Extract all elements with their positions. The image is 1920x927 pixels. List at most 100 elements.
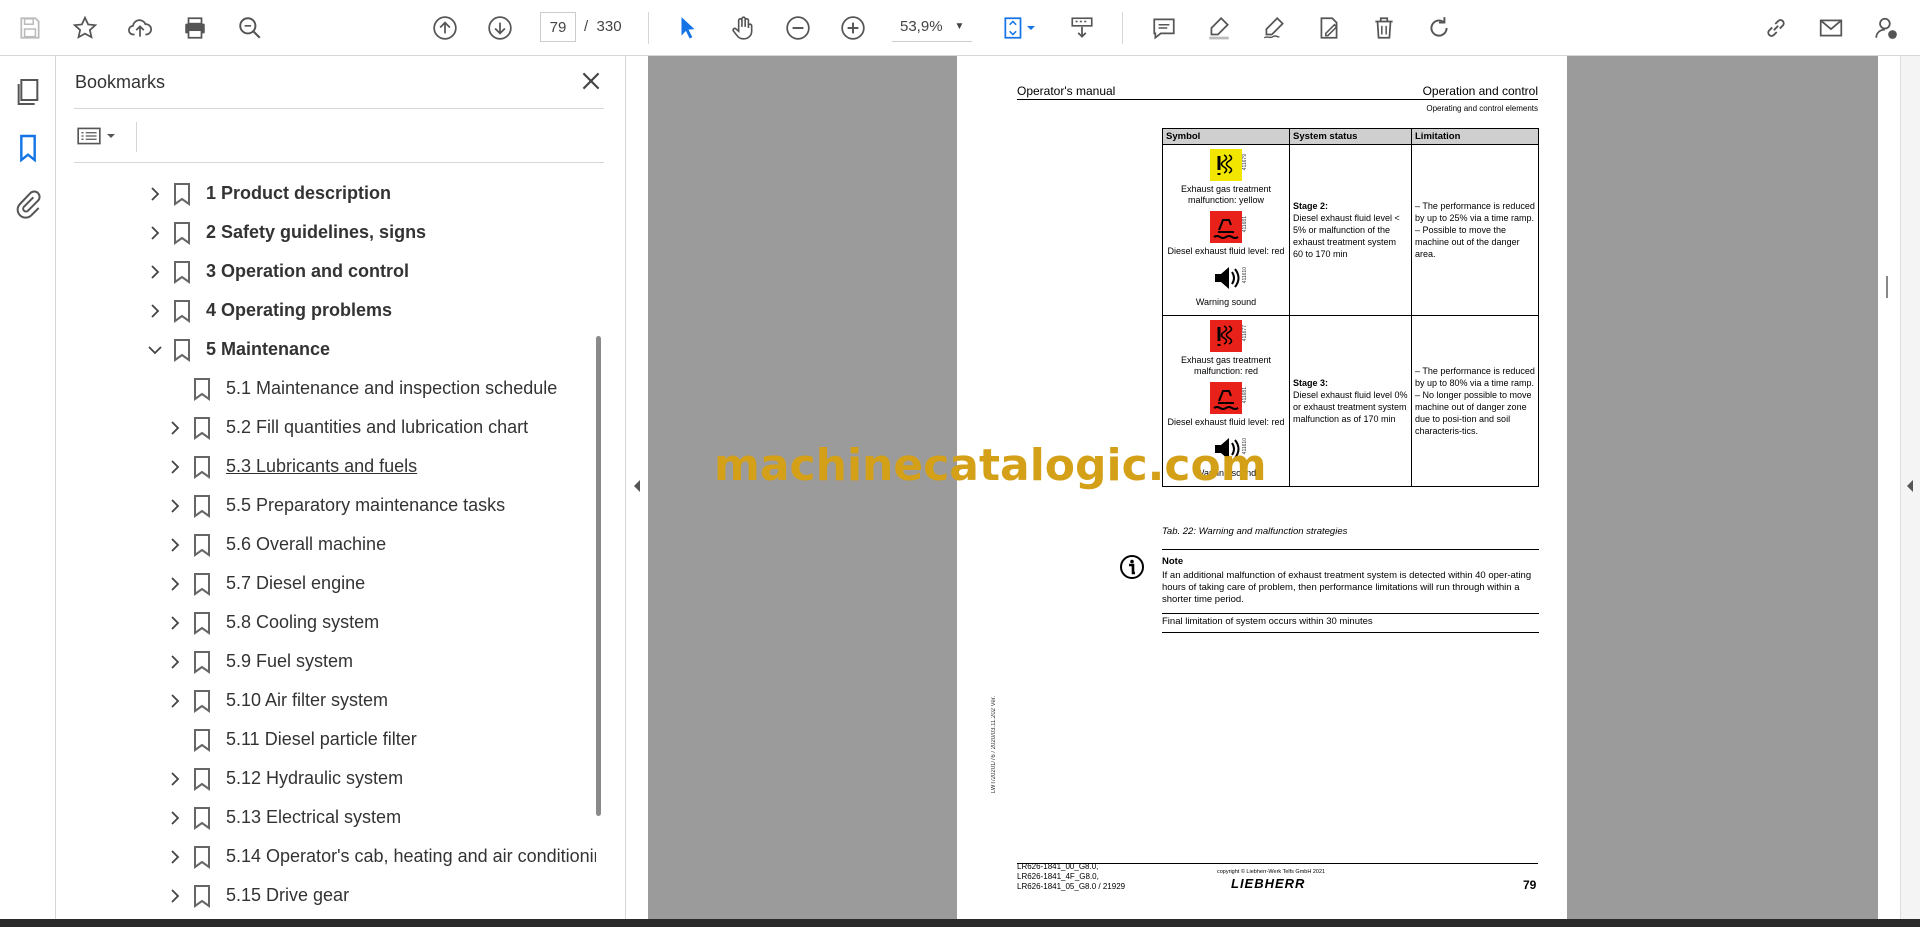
bookmark-item[interactable]: 5.11 Diesel particle filter bbox=[164, 720, 417, 759]
highlight-pen-icon[interactable] bbox=[1201, 10, 1237, 46]
chevron-right-icon[interactable] bbox=[164, 651, 186, 673]
select-cursor-icon[interactable] bbox=[670, 10, 706, 46]
bookmark-item[interactable]: 5.10 Air filter system bbox=[164, 681, 388, 720]
pages-thumbnail-icon[interactable] bbox=[12, 76, 44, 108]
chevron-right-icon[interactable] bbox=[164, 456, 186, 478]
bookmark-label: 4 Operating problems bbox=[206, 300, 393, 320]
email-icon[interactable] bbox=[1813, 10, 1849, 46]
bookmark-label: 5.10 Air filter system bbox=[226, 690, 389, 710]
symbol-label: Exhaust gas treatment malfunction: red bbox=[1180, 355, 1272, 376]
collapse-panel-icon[interactable] bbox=[632, 479, 642, 493]
share-link-icon[interactable] bbox=[1758, 10, 1794, 46]
chevron-down-icon[interactable] bbox=[144, 339, 166, 361]
zoom-level-value: 53,9% bbox=[900, 18, 943, 35]
delete-trash-icon[interactable] bbox=[1366, 10, 1402, 46]
close-icon[interactable] bbox=[578, 68, 604, 94]
draw-freehand-icon[interactable] bbox=[1256, 10, 1292, 46]
chevron-right-icon[interactable] bbox=[144, 261, 166, 283]
save-icon[interactable] bbox=[12, 10, 48, 46]
liebherr-logo: LIEBHERR bbox=[1231, 876, 1306, 891]
bookmark-icon bbox=[192, 650, 212, 674]
table-caption: Tab. 22: Warning and malfunction strateg… bbox=[1162, 526, 1348, 537]
zoom-out-icon[interactable] bbox=[780, 10, 816, 46]
status-text: Diesel exhaust fluid level < 5% or malfu… bbox=[1293, 213, 1400, 259]
symbol-label: Exhaust gas treatment malfunction: yello… bbox=[1180, 184, 1272, 205]
expand-right-panel-icon[interactable] bbox=[1905, 479, 1915, 493]
panel-splitter[interactable] bbox=[626, 56, 648, 919]
chevron-right-icon[interactable] bbox=[164, 846, 186, 868]
symbol-label: Diesel exhaust fluid level: red bbox=[1167, 246, 1285, 256]
symbol-code: 411681 bbox=[1242, 387, 1248, 404]
viewer-vertical-scrollbar[interactable] bbox=[1878, 56, 1900, 919]
bookmark-item[interactable]: 3 Operation and control bbox=[144, 252, 409, 291]
bookmark-item[interactable]: 5.13 Electrical system bbox=[164, 798, 401, 837]
zoom-search-icon[interactable] bbox=[232, 10, 268, 46]
bookmark-item[interactable]: 1 Product description bbox=[144, 174, 391, 213]
chevron-right-icon[interactable] bbox=[164, 807, 186, 829]
star-icon[interactable] bbox=[67, 10, 103, 46]
chevron-right-icon[interactable] bbox=[144, 183, 166, 205]
page-number-input[interactable]: 79 bbox=[540, 12, 576, 42]
previous-page-icon[interactable] bbox=[427, 10, 463, 46]
bookmark-item[interactable]: 5.15 Drive gear bbox=[164, 876, 349, 915]
bookmark-item[interactable]: 4 Operating problems bbox=[144, 291, 392, 330]
bookmark-item[interactable]: 5.3 Lubricants and fuels bbox=[164, 447, 417, 486]
edit-document-icon[interactable] bbox=[1311, 10, 1347, 46]
chevron-right-icon[interactable] bbox=[164, 768, 186, 790]
bookmark-icon bbox=[192, 455, 212, 479]
bookmark-label: 5 Maintenance bbox=[206, 339, 331, 359]
bookmark-item[interactable]: 5.9 Fuel system bbox=[164, 642, 353, 681]
print-icon[interactable] bbox=[177, 10, 213, 46]
bookmark-options-button[interactable] bbox=[76, 122, 137, 152]
zoom-level-select[interactable]: 53,9% ▼ bbox=[892, 12, 972, 42]
attachment-icon[interactable] bbox=[12, 188, 44, 220]
watermark-text: machinecatalogic.com bbox=[714, 440, 1267, 491]
upload-cloud-icon[interactable] bbox=[122, 10, 158, 46]
bookmark-icon bbox=[172, 221, 192, 245]
bookmark-item[interactable]: 5.12 Hydraulic system bbox=[164, 759, 403, 798]
bookmark-item[interactable]: 5.8 Cooling system bbox=[164, 603, 379, 642]
next-page-icon[interactable] bbox=[482, 10, 518, 46]
bookmark-scrollbar-thumb[interactable] bbox=[596, 336, 601, 816]
bookmark-item[interactable]: 5.14 Operator's cab, heating and air con… bbox=[164, 837, 596, 876]
note-rule bbox=[1162, 549, 1539, 550]
page-number: 79 bbox=[1523, 878, 1537, 892]
chevron-right-icon[interactable] bbox=[164, 495, 186, 517]
chevron-right-icon[interactable] bbox=[164, 534, 186, 556]
bookmark-panel-icon[interactable] bbox=[12, 132, 44, 164]
bookmark-icon bbox=[172, 260, 192, 284]
right-pane-toggle[interactable] bbox=[1900, 56, 1920, 919]
bookmark-item[interactable]: 5.2 Fill quantities and lubrication char… bbox=[164, 408, 528, 447]
chevron-right-icon[interactable] bbox=[144, 222, 166, 244]
chevron-down-icon: ▼ bbox=[954, 21, 965, 32]
bookmark-icon bbox=[192, 377, 212, 401]
scroll-thumb[interactable] bbox=[1886, 276, 1888, 298]
footer-copyright: copyright © Liebherr-Werk Telfs GmbH 202… bbox=[1217, 869, 1326, 875]
chevron-right-icon[interactable] bbox=[164, 690, 186, 712]
comment-icon[interactable] bbox=[1146, 10, 1182, 46]
chevron-right-icon[interactable] bbox=[164, 612, 186, 634]
toolbar: 79 / 330 53,9% ▼ bbox=[0, 0, 1920, 56]
hand-tool-icon[interactable] bbox=[725, 10, 761, 46]
bookmark-icon bbox=[192, 416, 212, 440]
bookmark-label: 5.15 Drive gear bbox=[226, 885, 350, 905]
info-note-icon bbox=[1119, 554, 1145, 580]
fit-chevron-down-icon[interactable] bbox=[1024, 10, 1038, 46]
chevron-right-icon[interactable] bbox=[164, 417, 186, 439]
zoom-in-icon[interactable] bbox=[835, 10, 871, 46]
symbol-cell: 411679 Exhaust gas treatment malfunction:… bbox=[1162, 144, 1290, 316]
bookmark-item[interactable]: 5.1 Maintenance and inspection schedule bbox=[164, 369, 557, 408]
chevron-right-icon[interactable] bbox=[144, 300, 166, 322]
bookmark-item[interactable]: 5.5 Preparatory maintenance tasks bbox=[164, 486, 505, 525]
bookmark-item[interactable]: 2 Safety guidelines, signs bbox=[144, 213, 426, 252]
chevron-right-icon[interactable] bbox=[164, 573, 186, 595]
rotate-icon[interactable] bbox=[1421, 10, 1457, 46]
bookmark-item[interactable]: 5.7 Diesel engine bbox=[164, 564, 365, 603]
bookmark-item[interactable]: 5.6 Overall machine bbox=[164, 525, 386, 564]
bookmark-item[interactable]: 5 Maintenance bbox=[144, 330, 330, 369]
panel-divider bbox=[74, 108, 604, 109]
chevron-right-icon[interactable] bbox=[164, 885, 186, 907]
warning-sound-icon: 411610 bbox=[1209, 261, 1248, 295]
account-icon[interactable] bbox=[1868, 10, 1904, 46]
scroll-mode-icon[interactable] bbox=[1064, 10, 1100, 46]
